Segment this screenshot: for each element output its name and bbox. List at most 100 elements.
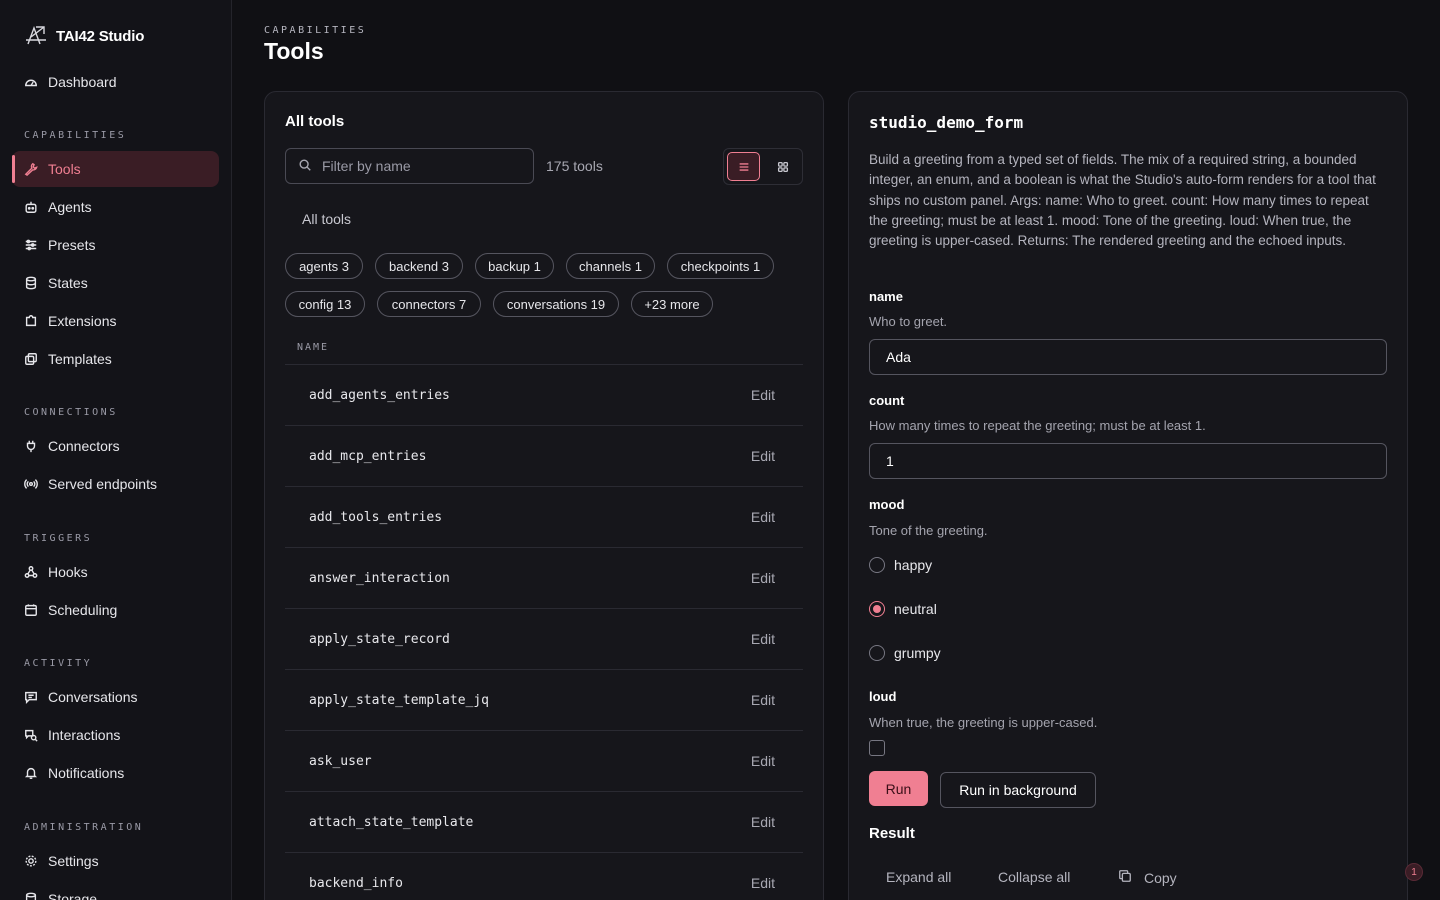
expand-all-button[interactable]: Expand all: [886, 869, 951, 885]
search-icon: [298, 158, 312, 175]
tool-name: answer_interaction: [309, 570, 450, 586]
sidebar-item-interactions[interactable]: Interactions: [12, 717, 219, 753]
sidebar-item-label: Served endpoints: [48, 476, 157, 492]
mood-radio-neutral[interactable]: neutral: [869, 601, 937, 617]
table-row[interactable]: add_tools_entries Edit: [285, 486, 803, 547]
sidebar-item-label: States: [48, 275, 88, 291]
tool-name: ask_user: [309, 753, 372, 769]
edit-button[interactable]: Edit: [751, 448, 775, 464]
sidebar-item-storage[interactable]: Storage: [12, 881, 219, 900]
result-title: Result: [869, 825, 915, 842]
table-row[interactable]: apply_state_template_jq Edit: [285, 669, 803, 730]
chip-checkpoints[interactable]: checkpoints 1: [667, 253, 774, 279]
chip-connectors[interactable]: connectors 7: [377, 291, 481, 317]
sidebar-item-extensions[interactable]: Extensions: [12, 303, 219, 339]
copy-button[interactable]: Copy: [1118, 869, 1177, 886]
name-field-label: name: [869, 289, 903, 304]
sidebar-item-served-endpoints[interactable]: Served endpoints: [12, 466, 219, 502]
chip-conversations[interactable]: conversations 19: [493, 291, 619, 317]
webhook-icon: [24, 565, 38, 579]
sidebar-item-conversations[interactable]: Conversations: [12, 679, 219, 715]
run-in-background-button[interactable]: Run in background: [940, 772, 1096, 808]
tool-name: add_tools_entries: [309, 509, 443, 525]
mood-field-help: Tone of the greeting.: [869, 523, 988, 538]
sidebar-item-label: Extensions: [48, 313, 117, 329]
form-description: Build a greeting from a typed set of fie…: [869, 152, 1376, 249]
table-row[interactable]: ask_user Edit: [285, 730, 803, 791]
sidebar-item-notifications[interactable]: Notifications: [12, 755, 219, 791]
list-view-button[interactable]: [727, 152, 760, 181]
storage-icon: [24, 892, 38, 900]
edit-button[interactable]: Edit: [751, 814, 775, 830]
edit-button[interactable]: Edit: [751, 875, 775, 891]
edit-button[interactable]: Edit: [751, 570, 775, 586]
chip-backend[interactable]: backend 3: [375, 253, 463, 279]
edit-button[interactable]: Edit: [751, 692, 775, 708]
filter-box[interactable]: [285, 148, 534, 184]
tab-all-tools[interactable]: All tools: [302, 211, 351, 227]
table-row[interactable]: backend_info Edit: [285, 852, 803, 900]
chip-agents[interactable]: agents 3: [285, 253, 363, 279]
wrench-icon: [24, 162, 38, 176]
gear-icon: [24, 854, 38, 868]
tool-form-panel: studio_demo_form Build a greeting from a…: [848, 91, 1408, 900]
filter-input[interactable]: [322, 158, 512, 174]
copy-label: Copy: [1144, 869, 1177, 886]
grid-view-button[interactable]: [766, 152, 799, 181]
sidebar-item-label: Hooks: [48, 564, 88, 580]
sidebar-item-label: Connectors: [48, 438, 120, 454]
name-field[interactable]: [869, 339, 1387, 375]
sidebar-item-hooks[interactable]: Hooks: [12, 554, 219, 590]
sidebar-item-label: Notifications: [48, 765, 125, 781]
sidebar-item-templates[interactable]: Templates: [12, 341, 219, 377]
table-row[interactable]: add_mcp_entries Edit: [285, 425, 803, 486]
count-field[interactable]: [869, 443, 1387, 479]
section-label-activity: ACTIVITY: [24, 658, 93, 669]
sidebar-item-agents[interactable]: Agents: [12, 189, 219, 225]
sidebar-item-label: Storage: [48, 891, 98, 900]
edit-button[interactable]: Edit: [751, 753, 775, 769]
gauge-icon: [24, 75, 38, 89]
run-button[interactable]: Run: [869, 771, 928, 806]
radio-button[interactable]: [869, 645, 885, 661]
sidebar-item-label: Tools: [48, 161, 81, 177]
table-row[interactable]: add_agents_entries Edit: [285, 364, 803, 425]
edit-button[interactable]: Edit: [751, 509, 775, 525]
page-title: Tools: [264, 38, 324, 64]
chat-search-icon: [24, 728, 38, 742]
mood-radio-happy[interactable]: happy: [869, 557, 932, 573]
edit-button[interactable]: Edit: [751, 631, 775, 647]
tool-count: 175 tools: [546, 158, 603, 174]
sidebar-item-states[interactable]: States: [12, 265, 219, 301]
radio-button[interactable]: [869, 557, 885, 573]
chip-channels[interactable]: channels 1: [566, 253, 655, 279]
sidebar-item-dashboard[interactable]: Dashboard: [12, 64, 219, 100]
table-row[interactable]: apply_state_record Edit: [285, 608, 803, 669]
sliders-icon: [24, 238, 38, 252]
table-row[interactable]: attach_state_template Edit: [285, 791, 803, 852]
notification-badge[interactable]: 1: [1405, 863, 1423, 881]
edit-button[interactable]: Edit: [751, 387, 775, 403]
chip-more[interactable]: +23 more: [631, 291, 713, 317]
collapse-all-button[interactable]: Collapse all: [998, 869, 1070, 885]
tools-panel: All tools 175 tools All tools agents 3 b…: [264, 91, 824, 900]
brand[interactable]: TAI42 Studio: [24, 24, 144, 49]
plug-icon: [24, 439, 38, 453]
chip-config[interactable]: config 13: [285, 291, 365, 317]
table-row[interactable]: answer_interaction Edit: [285, 547, 803, 608]
sidebar-item-label: Presets: [48, 237, 96, 253]
sidebar-item-presets[interactable]: Presets: [12, 227, 219, 263]
chip-backup[interactable]: backup 1: [475, 253, 554, 279]
sidebar-item-scheduling[interactable]: Scheduling: [12, 592, 219, 628]
sidebar-item-settings[interactable]: Settings: [12, 843, 219, 879]
mood-field-label: mood: [869, 497, 905, 512]
copy-icon: [1118, 869, 1132, 886]
calendar-icon: [24, 603, 38, 617]
radio-button[interactable]: [869, 601, 885, 617]
collapse-all-label: Collapse all: [998, 869, 1071, 885]
loud-checkbox[interactable]: [869, 740, 885, 756]
sidebar-item-connectors[interactable]: Connectors: [12, 428, 219, 464]
radio-label: neutral: [894, 601, 937, 617]
sidebar-item-tools[interactable]: Tools: [12, 151, 219, 187]
mood-radio-grumpy[interactable]: grumpy: [869, 645, 941, 661]
